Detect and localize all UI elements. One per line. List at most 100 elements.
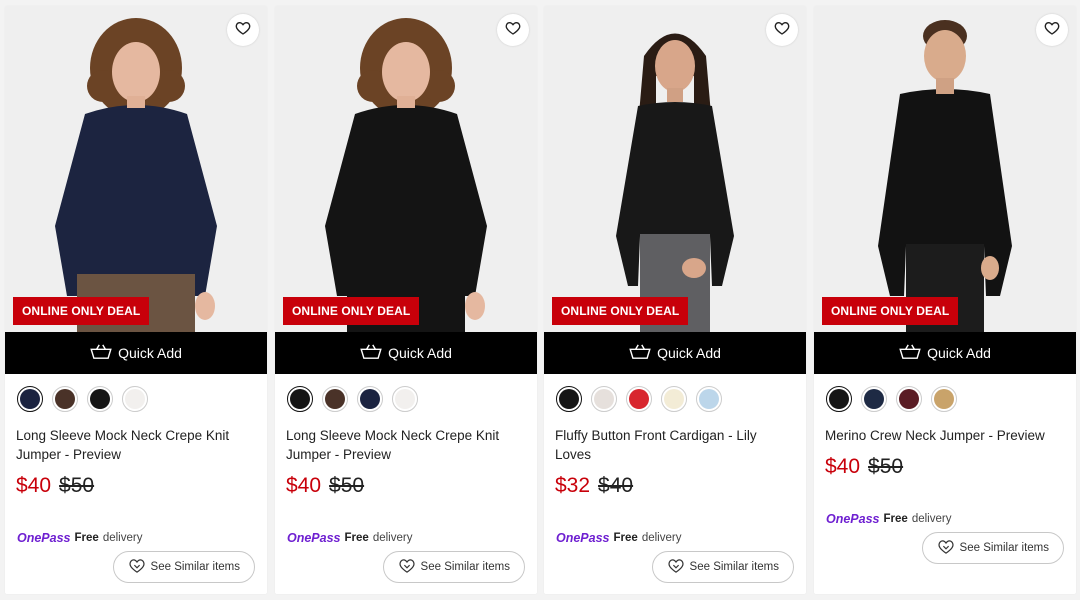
- delivery-info: OnePass Free delivery: [826, 512, 951, 526]
- free-label: Free: [344, 532, 369, 544]
- product-image[interactable]: ONLINE ONLY DEAL: [544, 6, 806, 332]
- heart-icon: [774, 20, 790, 41]
- see-similar-button[interactable]: See Similar items: [921, 532, 1064, 564]
- product-title[interactable]: Fluffy Button Front Cardigan - Lily Love…: [544, 412, 806, 468]
- price-was: $40: [598, 474, 634, 497]
- color-swatches: [814, 374, 1076, 412]
- basket-icon: [90, 344, 112, 363]
- onepass-logo: OnePass: [556, 531, 610, 545]
- quick-add-button[interactable]: Quick Add: [814, 332, 1076, 374]
- heart-icon: [505, 20, 521, 41]
- product-card[interactable]: ONLINE ONLY DEAL Quick Add Long Sleeve Moc…: [5, 6, 267, 594]
- quick-add-button[interactable]: Quick Add: [275, 332, 537, 374]
- delivery-info: OnePass Free delivery: [17, 531, 142, 545]
- product-card[interactable]: ONLINE ONLY DEAL Quick Add Merino Crew Nec…: [814, 6, 1076, 594]
- wishlist-button[interactable]: [766, 14, 798, 46]
- price: $40 $50: [275, 468, 537, 498]
- price: $40 $50: [5, 468, 267, 498]
- product-card[interactable]: ONLINE ONLY DEAL Quick Add Long Sleeve Moc…: [275, 6, 537, 594]
- product-image[interactable]: ONLINE ONLY DEAL: [5, 6, 267, 332]
- color-swatches: [5, 374, 267, 412]
- quick-add-label: Quick Add: [388, 345, 452, 361]
- color-swatch[interactable]: [626, 386, 652, 412]
- product-title[interactable]: Long Sleeve Mock Neck Crepe Knit Jumper …: [275, 412, 537, 468]
- free-label: Free: [613, 532, 638, 544]
- deal-badge: ONLINE ONLY DEAL: [283, 297, 420, 325]
- product-photo[interactable]: [544, 6, 806, 332]
- similar-icon: [128, 558, 146, 576]
- heart-icon: [235, 20, 251, 41]
- color-swatch[interactable]: [357, 386, 383, 412]
- price: $40 $50: [814, 449, 1076, 479]
- quick-add-label: Quick Add: [657, 345, 721, 361]
- delivery-label: delivery: [911, 513, 952, 525]
- color-swatch[interactable]: [861, 386, 887, 412]
- deal-badge: ONLINE ONLY DEAL: [552, 297, 689, 325]
- color-swatch[interactable]: [322, 386, 348, 412]
- wishlist-button[interactable]: [497, 14, 529, 46]
- price-now: $32: [555, 474, 591, 497]
- price-now: $40: [16, 474, 52, 497]
- color-swatch[interactable]: [661, 386, 687, 412]
- free-label: Free: [883, 513, 908, 525]
- color-swatch[interactable]: [52, 386, 78, 412]
- onepass-logo: OnePass: [826, 512, 880, 526]
- color-swatch[interactable]: [122, 386, 148, 412]
- quick-add-label: Quick Add: [118, 345, 182, 361]
- similar-icon: [398, 558, 416, 576]
- product-title[interactable]: Long Sleeve Mock Neck Crepe Knit Jumper …: [5, 412, 267, 468]
- wishlist-button[interactable]: [1036, 14, 1068, 46]
- delivery-label: delivery: [372, 532, 413, 544]
- product-title[interactable]: Merino Crew Neck Jumper - Preview: [814, 412, 1076, 449]
- price-was: $50: [329, 474, 365, 497]
- price-was: $50: [59, 474, 95, 497]
- color-swatch[interactable]: [392, 386, 418, 412]
- free-label: Free: [74, 532, 99, 544]
- see-similar-button[interactable]: See Similar items: [651, 551, 794, 583]
- see-similar-label: See Similar items: [150, 561, 240, 573]
- color-swatch[interactable]: [696, 386, 722, 412]
- color-swatch[interactable]: [896, 386, 922, 412]
- wishlist-button[interactable]: [227, 14, 259, 46]
- color-swatch[interactable]: [87, 386, 113, 412]
- color-swatch[interactable]: [556, 386, 582, 412]
- color-swatches: [275, 374, 537, 412]
- similar-icon: [937, 539, 955, 557]
- product-photo[interactable]: [5, 6, 267, 332]
- color-swatch[interactable]: [591, 386, 617, 412]
- product-image[interactable]: ONLINE ONLY DEAL: [275, 6, 537, 332]
- delivery-info: OnePass Free delivery: [287, 531, 412, 545]
- basket-icon: [360, 344, 382, 363]
- product-image[interactable]: ONLINE ONLY DEAL: [814, 6, 1076, 332]
- basket-icon: [899, 344, 921, 363]
- color-swatch[interactable]: [17, 386, 43, 412]
- delivery-label: delivery: [641, 532, 682, 544]
- onepass-logo: OnePass: [17, 531, 71, 545]
- see-similar-label: See Similar items: [420, 561, 510, 573]
- deal-badge: ONLINE ONLY DEAL: [822, 297, 959, 325]
- deal-badge: ONLINE ONLY DEAL: [13, 297, 150, 325]
- see-similar-label: See Similar items: [689, 561, 779, 573]
- see-similar-button[interactable]: See Similar items: [382, 551, 525, 583]
- quick-add-button[interactable]: Quick Add: [544, 332, 806, 374]
- quick-add-button[interactable]: Quick Add: [5, 332, 267, 374]
- see-similar-button[interactable]: See Similar items: [112, 551, 255, 583]
- heart-icon: [1044, 20, 1060, 41]
- quick-add-label: Quick Add: [927, 345, 991, 361]
- product-photo[interactable]: [275, 6, 537, 332]
- color-swatch[interactable]: [287, 386, 313, 412]
- basket-icon: [629, 344, 651, 363]
- color-swatch[interactable]: [826, 386, 852, 412]
- product-photo[interactable]: [814, 6, 1076, 332]
- product-card[interactable]: ONLINE ONLY DEAL Quick Add Fluffy Button F…: [544, 6, 806, 594]
- color-swatches: [544, 374, 806, 412]
- similar-icon: [667, 558, 685, 576]
- delivery-label: delivery: [102, 532, 143, 544]
- price-now: $40: [825, 455, 861, 478]
- see-similar-label: See Similar items: [959, 542, 1049, 554]
- onepass-logo: OnePass: [287, 531, 341, 545]
- delivery-info: OnePass Free delivery: [556, 531, 681, 545]
- price-now: $40: [286, 474, 322, 497]
- price-was: $50: [868, 455, 904, 478]
- color-swatch[interactable]: [931, 386, 957, 412]
